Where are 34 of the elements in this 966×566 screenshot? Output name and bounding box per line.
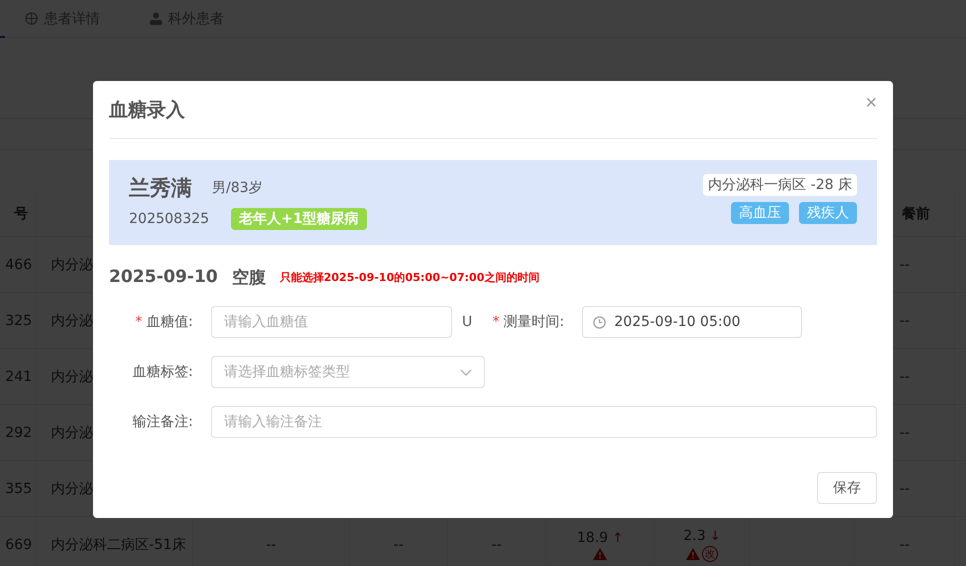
time-hint: 只能选择2025-09-10的05:00~07:00之间的时间	[280, 270, 540, 284]
table-cell-text: --	[266, 537, 276, 553]
unit-label: U	[462, 314, 472, 330]
table-cell-text: --	[491, 537, 502, 553]
remark-input[interactable]: 请输入输注备注	[211, 406, 877, 438]
table-cell-text: --	[393, 537, 404, 553]
field-label: 输注备注:	[131, 413, 193, 431]
condition-tag: 残疾人	[799, 202, 857, 224]
chevron-down-icon	[460, 368, 472, 376]
condition-tag: 高血压	[731, 202, 789, 224]
table-cell-text: --	[899, 368, 910, 384]
table-cell-text: --	[899, 537, 910, 553]
close-button[interactable]: ×	[865, 92, 877, 115]
clock-icon	[593, 316, 606, 328]
tag-select[interactable]: 请选择血糖标签类型	[211, 356, 485, 388]
gender-age: 男/83岁	[212, 179, 263, 197]
diagnosis-tag: 老年人+1型糖尿病	[231, 208, 367, 230]
field-label: * 血糖值:	[134, 313, 193, 331]
save-button[interactable]: 保存	[817, 472, 877, 504]
patient-id: 202508325	[129, 211, 210, 227]
field-label: * 测量时间:	[492, 313, 564, 331]
table-cell-text: --	[899, 424, 910, 440]
record-date: 2025-09-10	[109, 267, 218, 287]
field-label: 血糖标签:	[131, 363, 193, 381]
ward-bed: 内分泌科一病区 -28 床	[703, 174, 857, 196]
table-cell-text: --	[899, 256, 910, 272]
dialog-title: 血糖录入	[109, 98, 185, 122]
table-cell-text: --	[899, 312, 910, 328]
table-cell-text: --	[899, 480, 910, 496]
datetime-value: 2025-09-10 05:00	[614, 314, 740, 330]
patient-name: 兰秀满	[129, 175, 192, 202]
record-period: 空腹	[232, 266, 266, 288]
glucose-input[interactable]: 请输入血糖值	[211, 306, 452, 338]
datetime-picker[interactable]: 2025-09-10 05:00	[582, 306, 802, 338]
